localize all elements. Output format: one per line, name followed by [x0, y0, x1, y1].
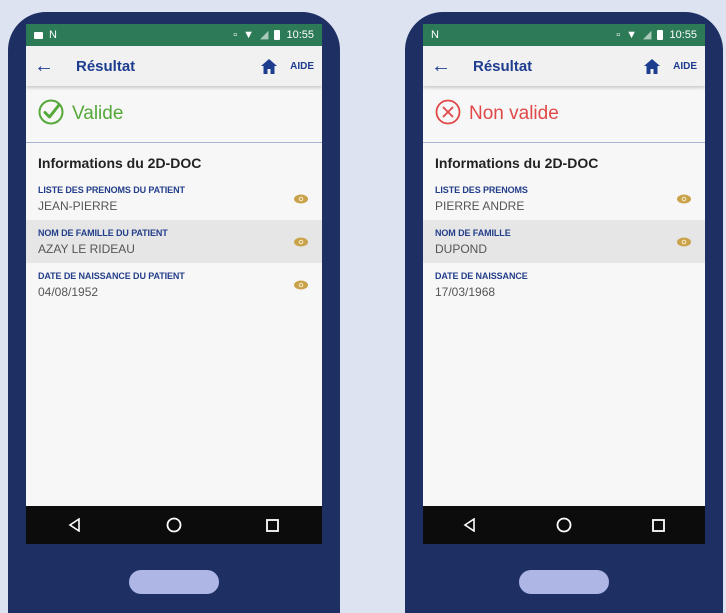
- field-prenoms: LISTE DES PRENOMS PIERRE ANDRE: [423, 177, 705, 220]
- app-bar: ← Résultat AIDE: [423, 46, 705, 86]
- image-icon: [34, 31, 43, 39]
- result-label: Non valide: [469, 103, 559, 124]
- field-nom: NOM DE FAMILLE DUPOND: [423, 220, 705, 263]
- eye-icon[interactable]: [294, 194, 308, 204]
- field-value: DUPOND: [435, 242, 488, 256]
- result-label: Valide: [72, 103, 124, 124]
- n-icon: N: [431, 28, 439, 41]
- back-nav-icon[interactable]: [63, 513, 87, 537]
- home-nav-icon[interactable]: [552, 513, 576, 537]
- field-value: PIERRE ANDRE: [435, 199, 525, 213]
- back-nav-icon[interactable]: [458, 513, 482, 537]
- field-value: JEAN-PIERRE: [38, 199, 118, 213]
- field-label: DATE DE NAISSANCE DU PATIENT: [38, 271, 185, 281]
- status-bar: N ▫ ▼ ◢ 10:55: [26, 24, 322, 46]
- field-naissance: DATE DE NAISSANCE DU PATIENT 04/08/1952: [26, 263, 322, 306]
- eye-icon[interactable]: [294, 237, 308, 247]
- status-time: 10:55: [286, 29, 314, 41]
- signal-icon: ◢: [260, 28, 269, 41]
- status-time: 10:55: [669, 29, 697, 41]
- android-nav-bar: [423, 506, 705, 544]
- field-label: LISTE DES PRENOMS DU PATIENT: [38, 185, 185, 195]
- field-value: AZAY LE RIDEAU: [38, 242, 135, 256]
- status-bar: N ▫ ▼ ◢ 10:55: [423, 24, 705, 46]
- phone-invalid: N ▫ ▼ ◢ 10:55 ← Résultat AIDE Non valide…: [405, 12, 723, 613]
- android-nav-bar: [26, 506, 322, 544]
- phone-screen: N ▫ ▼ ◢ 10:55 ← Résultat AIDE: [423, 24, 705, 544]
- app-bar: ← Résultat AIDE: [26, 46, 322, 86]
- recents-nav-icon[interactable]: [261, 513, 285, 537]
- battery-icon: [657, 30, 664, 40]
- field-value: 04/08/1952: [38, 285, 99, 299]
- wifi-icon: ▼: [626, 28, 637, 41]
- vibrate-icon: ▫: [233, 28, 238, 41]
- n-icon: N: [49, 28, 57, 41]
- vibrate-icon: ▫: [616, 28, 621, 41]
- section-title: Informations du 2D-DOC: [38, 155, 202, 171]
- signal-icon: ◢: [643, 28, 652, 41]
- check-circle-icon: [38, 99, 64, 130]
- result-status: Non valide: [423, 86, 705, 143]
- home-icon[interactable]: [256, 55, 282, 77]
- back-arrow-icon[interactable]: ←: [431, 55, 465, 78]
- field-label: NOM DE FAMILLE DU PATIENT: [38, 228, 168, 238]
- aide-button[interactable]: AIDE: [673, 61, 697, 72]
- eye-icon[interactable]: [677, 237, 691, 247]
- wifi-icon: ▼: [243, 28, 254, 41]
- aide-button[interactable]: AIDE: [290, 61, 314, 72]
- phone-home-button: [519, 570, 609, 594]
- phone-home-button: [129, 570, 219, 594]
- field-label: DATE DE NAISSANCE: [435, 271, 528, 281]
- field-value: 17/03/1968: [435, 285, 496, 299]
- recents-nav-icon[interactable]: [646, 513, 670, 537]
- phone-screen: N ▫ ▼ ◢ 10:55 ← Résultat AIDE: [26, 24, 322, 544]
- x-circle-icon: [435, 99, 461, 130]
- home-icon[interactable]: [639, 55, 665, 77]
- section-title: Informations du 2D-DOC: [435, 155, 599, 171]
- battery-icon: [274, 30, 281, 40]
- field-label: NOM DE FAMILLE: [435, 228, 511, 238]
- eye-icon[interactable]: [294, 280, 308, 290]
- page-title: Résultat: [76, 57, 136, 75]
- result-status: Valide: [26, 86, 322, 143]
- field-nom: NOM DE FAMILLE DU PATIENT AZAY LE RIDEAU: [26, 220, 322, 263]
- page-title: Résultat: [473, 57, 533, 75]
- field-naissance: DATE DE NAISSANCE 17/03/1968: [423, 263, 705, 306]
- field-label: LISTE DES PRENOMS: [435, 185, 528, 195]
- phone-valid: N ▫ ▼ ◢ 10:55 ← Résultat AIDE Valide Inf…: [8, 12, 340, 613]
- eye-icon[interactable]: [677, 194, 691, 204]
- back-arrow-icon[interactable]: ←: [34, 55, 68, 78]
- field-prenoms: LISTE DES PRENOMS DU PATIENT JEAN-PIERRE: [26, 177, 322, 220]
- home-nav-icon[interactable]: [162, 513, 186, 537]
